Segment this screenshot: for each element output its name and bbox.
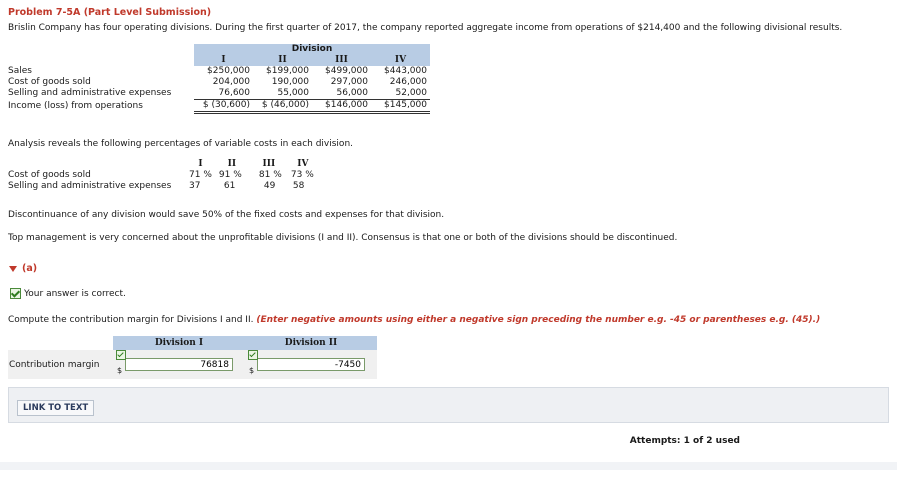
checkmark-icon [116, 350, 126, 360]
cell-value: 52,000 [371, 88, 430, 100]
row-label: Sales [8, 66, 32, 76]
cell-value: $499,000 [325, 66, 368, 76]
col-header: I [198, 159, 203, 169]
col-header: III [312, 55, 371, 66]
table-row: Contribution margin $ $ [8, 350, 377, 379]
cell-value: 91 % [218, 170, 242, 180]
col-header: II [253, 55, 312, 66]
cell-value: 55,000 [253, 88, 312, 100]
footer-divider [0, 462, 897, 470]
checkmark-icon [10, 288, 21, 299]
prompt-text: Compute the contribution margin for Divi… [8, 315, 254, 325]
cell-value: 37 [189, 181, 201, 191]
division-results-table: Division I II III IV Sales $250,000 $199… [8, 44, 430, 114]
row-label: Income (loss) from operations [8, 100, 143, 111]
correct-answer-notice: Your answer is correct. [10, 288, 126, 299]
correct-text: Your answer is correct. [24, 288, 126, 299]
contribution-margin-table: Division I Division II Contribution marg… [8, 336, 377, 379]
table-row: Cost of goods sold 71 % 91 % 81 % 73 % [8, 170, 320, 181]
cell-value: 49 [263, 181, 276, 191]
cell-value: 76,600 [194, 88, 253, 100]
col-header: II [227, 159, 237, 169]
division-1-contribution-margin-input[interactable] [125, 358, 233, 371]
cell-value: 246,000 [389, 77, 427, 87]
cell-value: $ (46,000) [253, 99, 312, 114]
col-header: IV [371, 55, 430, 66]
cell-value: 297,000 [330, 77, 368, 87]
row-label: Cost of goods sold [8, 170, 91, 180]
row-label: Selling and administrative expenses [8, 88, 172, 99]
checkmark-icon [248, 350, 258, 360]
currency-symbol: $ [117, 366, 123, 375]
link-bar: LINK TO TEXT [8, 387, 889, 423]
table-row: Selling and administrative expenses 76,6… [8, 88, 430, 100]
cell-value: $146,000 [312, 99, 371, 114]
cell-value: 81 % [258, 170, 282, 180]
cell-value: 190,000 [271, 77, 309, 87]
cell-value: $145,000 [371, 99, 430, 114]
problem-title: Problem 7-5A (Part Level Submission) [8, 7, 212, 18]
prompt-hint: (Enter negative amounts using either a n… [256, 315, 821, 325]
col-header-division-1: Division I [113, 336, 245, 350]
top-management-text: Top management is very concerned about t… [8, 233, 678, 243]
division-group-header: Division [194, 44, 430, 55]
col-header: IV [297, 159, 309, 169]
cell-value: $ (30,600) [194, 99, 253, 114]
currency-symbol: $ [249, 366, 255, 375]
cell-value: $250,000 [207, 66, 250, 76]
problem-intro: Brislin Company has four operating divis… [8, 23, 843, 33]
part-a-prompt: Compute the contribution margin for Divi… [8, 315, 820, 325]
discontinuance-text: Discontinuance of any division would sav… [8, 210, 445, 220]
attempts-counter: Attempts: 1 of 2 used [629, 436, 740, 446]
col-header-division-2: Division II [245, 336, 377, 350]
cell-value: 61 [223, 181, 236, 191]
table-row: Sales $250,000 $199,000 $499,000 $443,00… [8, 66, 430, 77]
row-label: Contribution margin [8, 350, 113, 379]
cell-value: 56,000 [312, 88, 371, 100]
table-row: Cost of goods sold 204,000 190,000 297,0… [8, 77, 430, 88]
cell-value: $199,000 [266, 66, 309, 76]
part-a-toggle[interactable]: (a) [9, 263, 37, 274]
variable-cost-percent-table: I II III IV Cost of goods sold 71 % 91 %… [8, 159, 320, 192]
table-row: Selling and administrative expenses 37 6… [8, 181, 320, 192]
row-label: Cost of goods sold [8, 77, 91, 87]
col-header: I [194, 55, 253, 66]
part-a-label: (a) [22, 263, 38, 274]
table-row: Income (loss) from operations $ (30,600)… [8, 99, 430, 114]
cell-value: 204,000 [212, 77, 250, 87]
link-to-text-button[interactable]: LINK TO TEXT [17, 400, 95, 416]
cell-value: 71 % [189, 170, 212, 180]
division-2-contribution-margin-input[interactable] [257, 358, 365, 371]
cell-value: 73 % [290, 170, 314, 180]
col-header: III [262, 159, 276, 169]
collapse-triangle-icon [9, 265, 17, 272]
row-label: Selling and administrative expenses [8, 181, 172, 191]
cell-value: $443,000 [384, 66, 427, 76]
cell-value: 58 [292, 181, 305, 191]
analysis-text: Analysis reveals the following percentag… [8, 139, 354, 149]
